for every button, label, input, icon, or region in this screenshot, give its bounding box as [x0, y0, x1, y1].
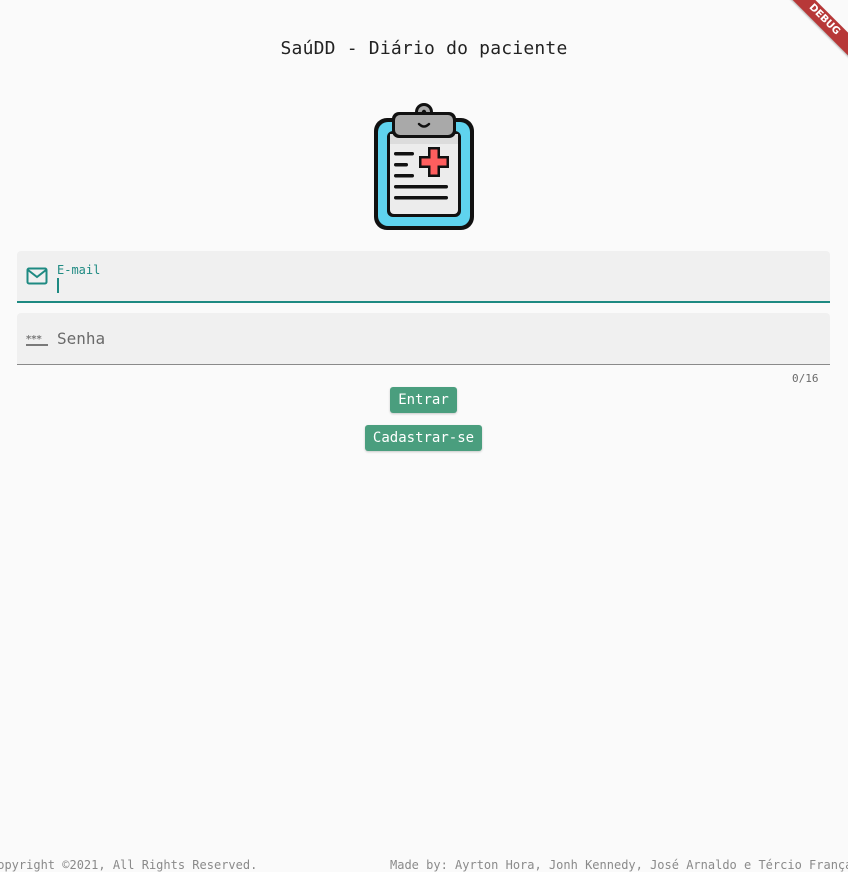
email-field[interactable]: E-mail — [17, 251, 830, 303]
text-cursor — [57, 278, 59, 293]
medical-clipboard-icon — [370, 100, 478, 232]
login-button[interactable]: Entrar — [390, 387, 457, 413]
password-icon: *** — [26, 332, 48, 351]
password-placeholder: Senha — [57, 329, 106, 348]
password-char-counter: 0/16 — [792, 372, 819, 385]
svg-text:***: *** — [26, 334, 42, 345]
email-label: E-mail — [57, 263, 101, 277]
page-title: SaúDD - Diário do paciente — [280, 38, 568, 59]
debug-banner: DEBUG — [788, 0, 848, 60]
password-field[interactable]: *** Senha — [17, 313, 830, 365]
debug-label: DEBUG — [788, 0, 848, 60]
footer-copyright: Copyright ©2021, All Rights Reserved. — [0, 858, 258, 872]
footer-credits: Made by: Ayrton Hora, Jonh Kennedy, José… — [390, 858, 848, 872]
mail-icon — [26, 267, 48, 289]
register-button[interactable]: Cadastrar-se — [365, 425, 482, 451]
